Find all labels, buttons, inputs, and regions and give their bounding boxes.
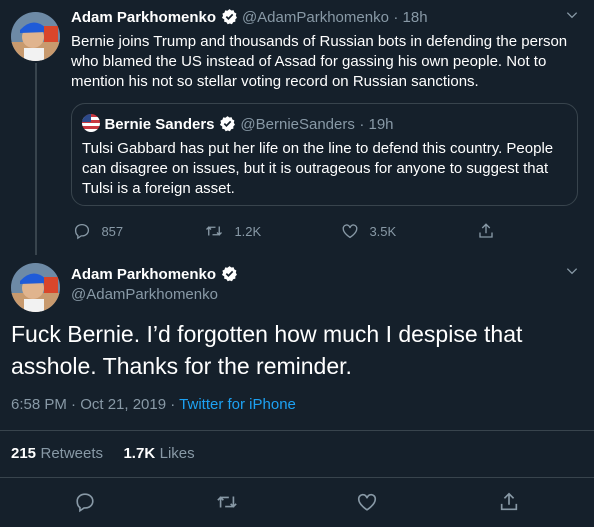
like-count: 1.7K (123, 445, 156, 462)
tweet-source-link[interactable]: Twitter for iPhone (179, 396, 296, 413)
avatar[interactable] (11, 263, 60, 312)
reply-icon (76, 493, 94, 513)
quoted-tweet[interactable]: Bernie Sanders @BernieSanders · 19h Tuls… (71, 103, 578, 206)
tweet-meta: 6:58 PM · Oct 21, 2019 · Twitter for iPh… (11, 396, 296, 413)
retweet-label: Retweets (40, 445, 104, 462)
author-name[interactable]: Adam Parkhomenko (71, 9, 216, 26)
quote-time: · 19h (359, 116, 394, 133)
verified-badge-icon (219, 116, 235, 132)
tweet-timestamp[interactable]: 6:58 PM · Oct 21, 2019 · (11, 396, 179, 413)
reply-icon (74, 223, 90, 240)
verified-badge-icon (221, 266, 237, 282)
retweet-count: 1.2K (234, 224, 262, 239)
reply-button[interactable]: 857 (73, 222, 123, 241)
reply-button[interactable] (74, 491, 96, 518)
like-count: 3.5K (369, 224, 397, 239)
share-icon (500, 492, 518, 511)
quote-avatar (82, 114, 100, 132)
retweet-icon (206, 226, 222, 236)
author-name[interactable]: Adam Parkhomenko (71, 266, 216, 283)
like-icon (342, 224, 358, 239)
reply-count: 857 (101, 224, 124, 239)
tweet-time[interactable]: · 18h (393, 9, 427, 26)
tweet-stats: 215 Retweets 1.7K Likes (11, 445, 195, 463)
tweet-text: Bernie joins Trump and thousands of Russ… (71, 33, 568, 90)
retweet-icon (217, 496, 237, 508)
retweet-button[interactable]: 1.2K (204, 222, 261, 241)
retweet-button[interactable] (215, 491, 239, 518)
divider (0, 430, 594, 431)
likes-stat[interactable]: 1.7K Likes (123, 445, 194, 462)
author-handle[interactable]: @AdamParkhomenko (71, 286, 218, 303)
share-button[interactable] (477, 222, 495, 241)
like-button[interactable] (356, 491, 378, 518)
like-label: Likes (159, 445, 195, 462)
quote-author-name: Bernie Sanders (104, 116, 215, 133)
like-icon (357, 493, 377, 511)
avatar[interactable] (11, 12, 60, 61)
retweets-stat[interactable]: 215 Retweets (11, 445, 107, 462)
divider (0, 477, 594, 478)
share-icon (479, 223, 493, 238)
tweet-header: Adam Parkhomenko (71, 265, 238, 284)
like-button[interactable]: 3.5K (341, 222, 396, 241)
quote-author-handle: @BernieSanders (240, 116, 355, 133)
thread-line (35, 63, 37, 255)
share-button[interactable] (498, 491, 520, 518)
author-handle[interactable]: @AdamParkhomenko (242, 9, 389, 26)
quote-header: Bernie Sanders @BernieSanders · 19h (82, 114, 394, 134)
tweet-text: Fuck Bernie. I’d forgotten how much I de… (11, 321, 523, 379)
quote-text: Tulsi Gabbard has put her life on the li… (82, 140, 554, 197)
verified-badge-icon (221, 9, 237, 25)
chevron-down-icon[interactable] (565, 8, 579, 27)
chevron-down-icon[interactable] (565, 264, 579, 283)
retweet-count: 215 (11, 445, 37, 462)
tweet-header: Adam Parkhomenko @AdamParkhomenko · 18h (71, 8, 428, 27)
